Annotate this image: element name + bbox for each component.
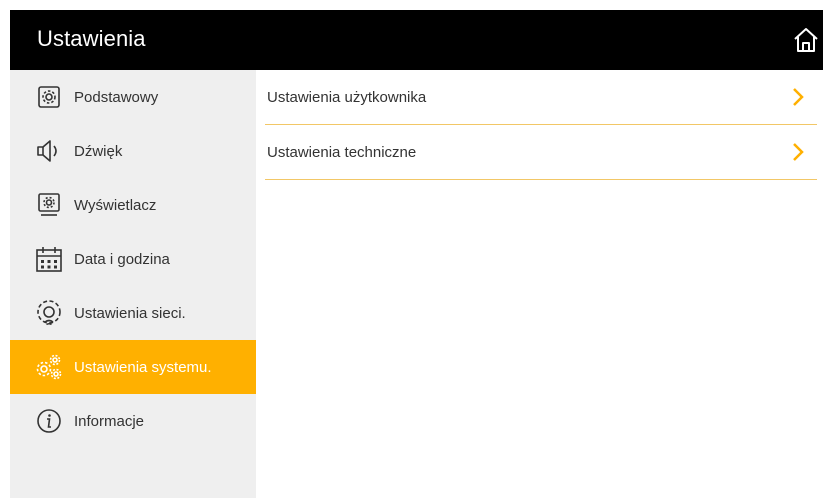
list-item-label: Ustawienia techniczne — [267, 143, 417, 161]
sidebar-item-dzwiek[interactable]: Dźwięk — [10, 124, 256, 178]
gears-icon — [34, 352, 64, 382]
page-title: Ustawienia — [37, 26, 146, 51]
list-item-ustawienia-techniczne[interactable]: Ustawienia techniczne — [265, 125, 817, 180]
sidebar-item-label: Dźwięk — [74, 142, 123, 160]
sidebar-item-label: Informacje — [74, 412, 145, 430]
header-bar: Ustawienia — [10, 10, 823, 70]
list-item-label: Ustawienia użytkownika — [267, 88, 427, 106]
settings-window: Ustawienia Podstawowy Dźwięk Wyświetlacz… — [10, 10, 823, 498]
sidebar-item-label: Data i godzina — [74, 250, 170, 268]
speaker-icon — [34, 136, 64, 166]
sidebar-item-ustawienia-sieci[interactable]: Ustawienia sieci. — [10, 286, 256, 340]
home-icon[interactable] — [793, 27, 819, 53]
network-gear-icon — [34, 298, 64, 328]
sidebar-item-label: Wyświetlacz — [74, 196, 157, 214]
sidebar-item-label: Ustawienia systemu. — [74, 358, 212, 376]
sidebar: Podstawowy Dźwięk Wyświetlacz Data i god… — [10, 70, 256, 498]
gear-square-icon — [34, 82, 64, 112]
list-item-ustawienia-uzytkownika[interactable]: Ustawienia użytkownika — [265, 70, 817, 125]
chevron-right-icon — [791, 142, 805, 162]
sidebar-item-label: Podstawowy — [74, 88, 159, 106]
sidebar-item-label: Ustawienia sieci. — [74, 304, 186, 322]
chevron-right-icon — [791, 87, 805, 107]
sidebar-item-informacje[interactable]: Informacje — [10, 394, 256, 448]
calendar-icon — [34, 244, 64, 274]
sidebar-item-data-i-godzina[interactable]: Data i godzina — [10, 232, 256, 286]
monitor-gear-icon — [34, 190, 64, 220]
sidebar-item-wyswietlacz[interactable]: Wyświetlacz — [10, 178, 256, 232]
sidebar-item-podstawowy[interactable]: Podstawowy — [10, 70, 256, 124]
info-icon — [34, 406, 64, 436]
sidebar-item-ustawienia-systemu[interactable]: Ustawienia systemu. — [10, 340, 256, 394]
